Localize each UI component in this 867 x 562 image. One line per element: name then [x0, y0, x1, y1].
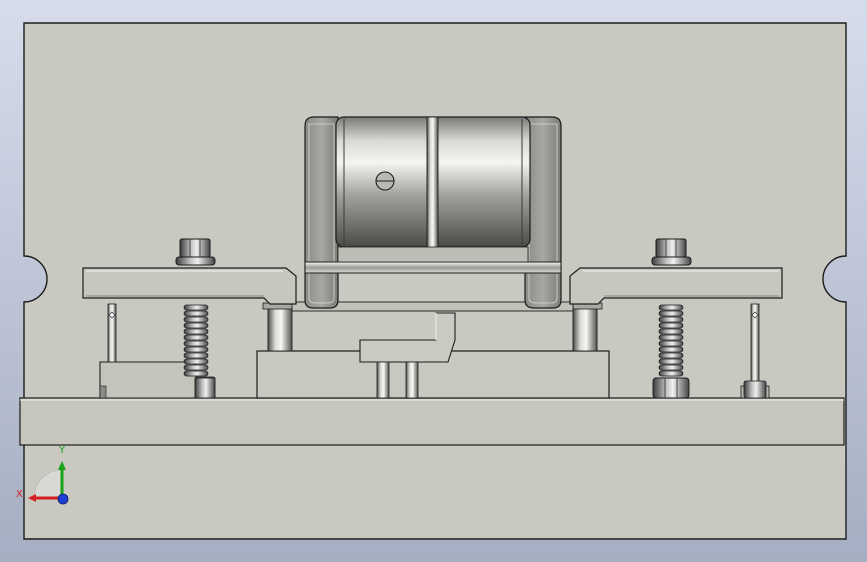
- left-spring-nut: [194, 377, 216, 399]
- spring-coil: [183, 352, 209, 359]
- spring-coil: [183, 310, 209, 317]
- spring-coil: [658, 334, 684, 341]
- spring-coil: [658, 346, 684, 353]
- triad-x-label: X: [16, 489, 23, 500]
- spring-coil: [658, 310, 684, 317]
- left-guide-pin: [107, 303, 117, 363]
- left-support-block: [99, 361, 197, 399]
- right-spring-nut: [652, 377, 690, 399]
- spring-coil: [658, 370, 684, 377]
- spring-coil: [658, 340, 684, 347]
- spring-coil: [183, 346, 209, 353]
- spring-coil: [658, 304, 684, 311]
- triad-y-label: Y: [58, 445, 66, 456]
- left-clamp-arm: [82, 267, 297, 305]
- spring-coil: [183, 334, 209, 341]
- spring-coil: [183, 364, 209, 371]
- spring-coil: [658, 358, 684, 365]
- bottom-plate: [19, 397, 845, 446]
- spring-coil: [658, 316, 684, 323]
- left-side-plate: [304, 116, 339, 309]
- spring-coil: [658, 364, 684, 371]
- spring-coil: [658, 322, 684, 329]
- spring-coil: [658, 328, 684, 335]
- spring-coil: [183, 340, 209, 347]
- spring-coil: [183, 316, 209, 323]
- spring-coil: [183, 304, 209, 311]
- triad-z-axis: [57, 493, 69, 505]
- spring-coil: [183, 322, 209, 329]
- cad-viewport[interactable]: X Y: [0, 0, 867, 562]
- spring-coil: [183, 358, 209, 365]
- cylinder-port-hole: [375, 171, 395, 191]
- spring-coil: [183, 328, 209, 335]
- spring-coil: [658, 352, 684, 359]
- left-hex-bolt: [175, 238, 216, 266]
- right-hex-bolt: [651, 238, 692, 266]
- right-clamp-arm: [569, 267, 783, 305]
- spring-coil: [183, 370, 209, 377]
- mounting-band: [304, 246, 562, 274]
- mold-assembly-drawing: X Y: [0, 0, 867, 562]
